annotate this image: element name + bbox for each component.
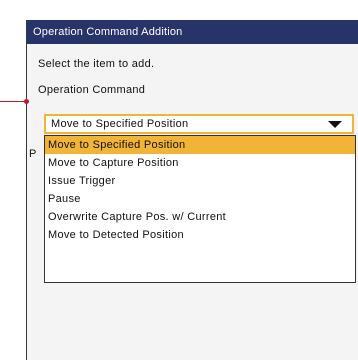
callout-leader-line bbox=[0, 101, 26, 102]
operation-command-label: Operation Command bbox=[38, 84, 146, 96]
dropdown-option-pause[interactable]: Pause bbox=[45, 190, 355, 208]
dialog-title: Operation Command Addition bbox=[27, 20, 358, 44]
operation-command-dialog: Operation Command Addition Select the it… bbox=[26, 20, 358, 360]
dropdown-option-issue-trigger[interactable]: Issue Trigger bbox=[45, 172, 355, 190]
dropdown-option-move-to-capture-position[interactable]: Move to Capture Position bbox=[45, 154, 355, 172]
chevron-down-icon[interactable] bbox=[328, 121, 342, 128]
select-value: Move to Specified Position bbox=[51, 118, 189, 130]
operation-command-select[interactable]: Move to Specified Position bbox=[44, 114, 354, 134]
callout-dot bbox=[24, 99, 29, 104]
dropdown-option-move-to-detected-position[interactable]: Move to Detected Position bbox=[45, 226, 355, 244]
command-dropdown-list: Move to Specified Position Move to Captu… bbox=[44, 135, 356, 283]
parameter-label: P bbox=[29, 148, 37, 160]
dropdown-option-overwrite-capture-pos[interactable]: Overwrite Capture Pos. w/ Current bbox=[45, 208, 355, 226]
prompt-text: Select the item to add. bbox=[38, 58, 155, 70]
dropdown-option-move-to-specified-position[interactable]: Move to Specified Position bbox=[45, 136, 355, 154]
